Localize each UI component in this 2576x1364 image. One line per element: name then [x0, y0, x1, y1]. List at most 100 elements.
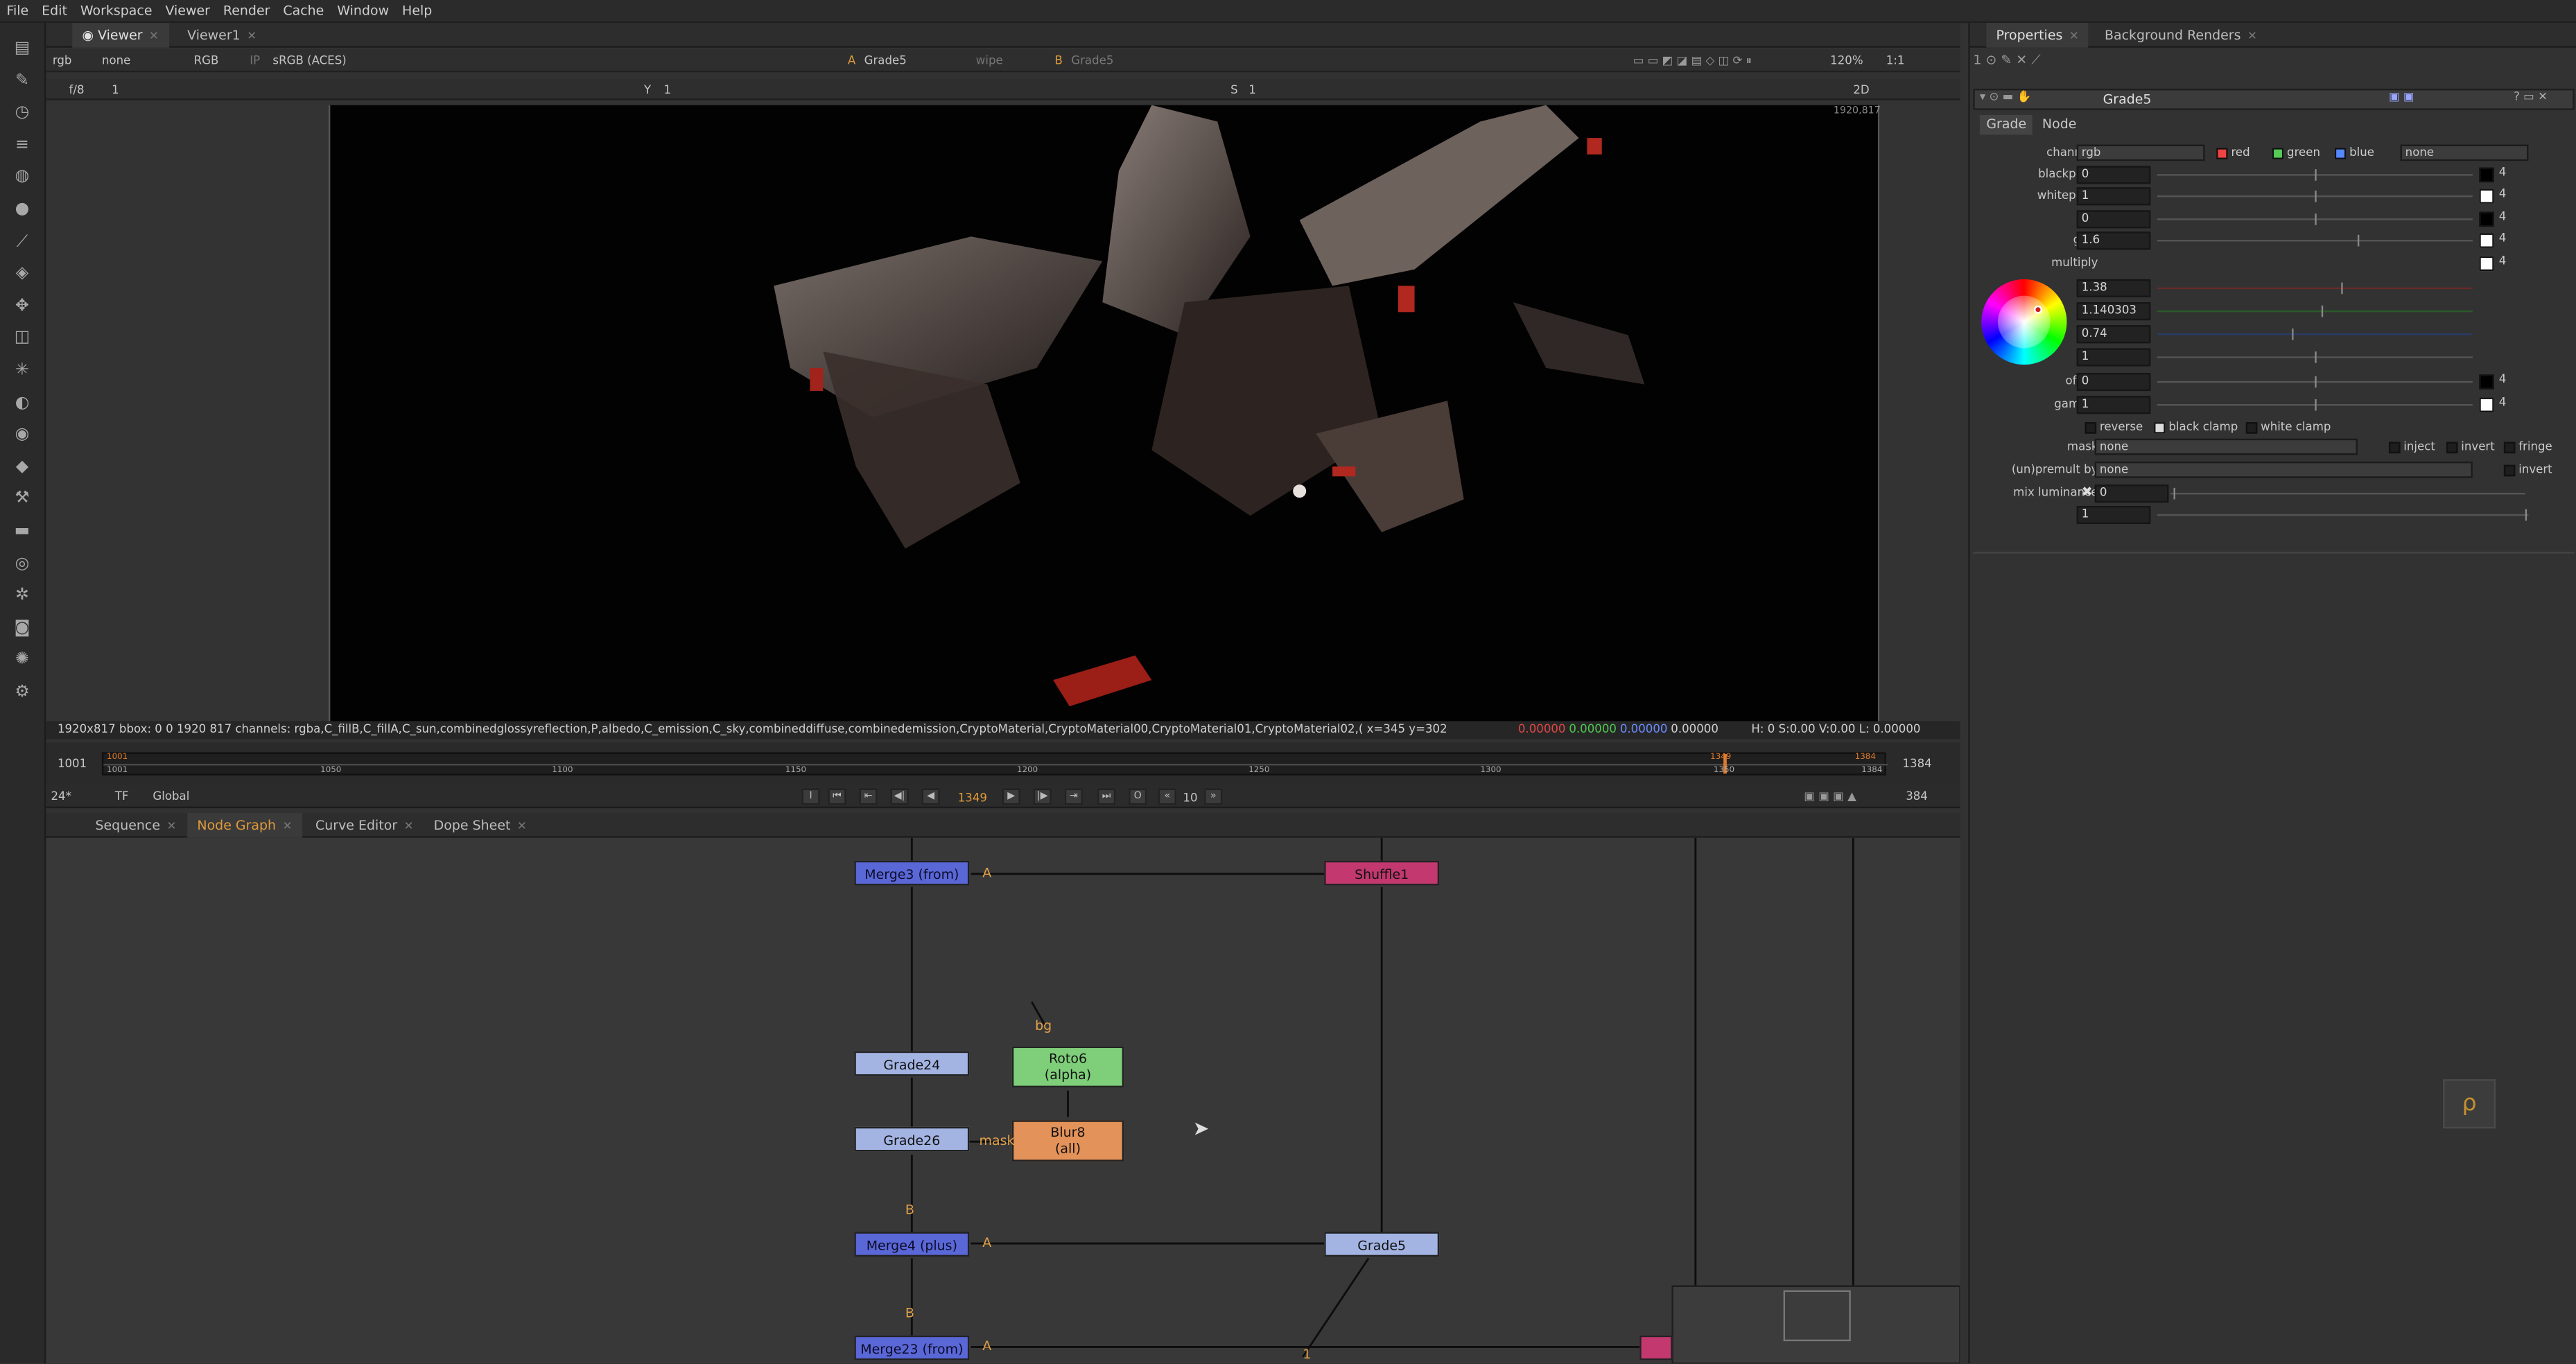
- mix-luminance-field[interactable]: 0: [2094, 484, 2169, 503]
- multiply-b-field[interactable]: 0.74: [2076, 325, 2151, 344]
- color-swatch[interactable]: [2479, 189, 2494, 204]
- toolsets-icon[interactable]: ⚒: [12, 489, 33, 507]
- collapse-icon[interactable]: ▾ ⊙ ▬ ✋: [1980, 90, 2031, 103]
- mask-channel-dropdown[interactable]: none: [102, 53, 130, 69]
- invert-checkbox[interactable]: invert: [2446, 440, 2495, 453]
- node-color-icon[interactable]: ▣ ▣: [2389, 90, 2414, 103]
- out-point-button[interactable]: O: [1129, 788, 1147, 805]
- invert-unpremult-checkbox[interactable]: invert: [2503, 463, 2552, 476]
- frame-field[interactable]: 1: [112, 82, 119, 98]
- channel-count[interactable]: 4: [2499, 231, 2507, 245]
- green-checkbox[interactable]: green: [2272, 146, 2320, 159]
- color-swatch[interactable]: [2479, 211, 2494, 227]
- menu-file[interactable]: File: [0, 0, 35, 23]
- mix-luminance-enable-icon[interactable]: ✖: [2082, 484, 2093, 499]
- view-mode-dropdown[interactable]: 2D: [1853, 82, 1869, 98]
- multiply-r-slider[interactable]: [2157, 282, 2473, 295]
- scope-dropdown[interactable]: Global: [153, 789, 189, 805]
- tab-curve-editor[interactable]: Curve Editor ✕: [306, 813, 424, 838]
- reverse-checkbox[interactable]: reverse: [2085, 421, 2143, 434]
- menu-workspace[interactable]: Workspace: [73, 0, 159, 23]
- channels-dropdown[interactable]: rgb: [2076, 144, 2205, 161]
- channel-count[interactable]: 4: [2499, 373, 2507, 386]
- s-field[interactable]: 1: [1248, 82, 1256, 98]
- furnace-icon[interactable]: ◎: [12, 555, 33, 573]
- channel-count[interactable]: 4: [2499, 210, 2507, 223]
- step-forward-icon[interactable]: »: [1204, 788, 1223, 805]
- ratio-dropdown[interactable]: 1:1: [1886, 53, 1905, 69]
- white-clamp-checkbox[interactable]: white clamp: [2245, 421, 2331, 434]
- blue-checkbox[interactable]: blue: [2334, 146, 2374, 159]
- settings-icon[interactable]: ⚙: [12, 683, 33, 701]
- transform-icon[interactable]: ✥: [12, 297, 33, 315]
- prev-key-icon[interactable]: ⇤: [859, 788, 878, 805]
- gamma-slider[interactable]: [2157, 399, 2473, 411]
- mix-field[interactable]: 1: [2076, 505, 2151, 525]
- channel-icon[interactable]: ≡: [12, 137, 33, 155]
- channel-count[interactable]: 4: [2499, 254, 2507, 268]
- multiply-a-slider[interactable]: [2157, 351, 2473, 363]
- channel-count[interactable]: 4: [2499, 396, 2507, 409]
- offset-field[interactable]: 0: [2076, 372, 2151, 392]
- ip-toggle[interactable]: IP: [250, 53, 260, 69]
- prev-frame-icon[interactable]: ◀|: [890, 788, 909, 805]
- multiply-g-field[interactable]: 1.140303: [2076, 302, 2151, 321]
- node-merge23[interactable]: Merge23 (from): [854, 1335, 970, 1361]
- last-frame-icon[interactable]: ⏭: [1097, 788, 1116, 805]
- play-backward-icon[interactable]: ◀: [921, 788, 940, 805]
- menu-render[interactable]: Render: [216, 0, 276, 23]
- subtab-node[interactable]: Node: [2035, 115, 2082, 134]
- other-icon[interactable]: ▬: [12, 523, 33, 541]
- blackpoint-field[interactable]: 0: [2076, 166, 2151, 184]
- node-graph[interactable]: Merge3 (from) Shuffle1 Grade24 Roto6 (alp…: [46, 837, 1960, 1364]
- plugin-icon[interactable]: ✲: [12, 586, 33, 604]
- color-swatch[interactable]: [2479, 256, 2494, 272]
- node-name[interactable]: Grade5: [2103, 92, 2152, 107]
- lock-icon[interactable]: ⊙ ✎ ✕ ⟋: [1985, 53, 2040, 67]
- color-swatch[interactable]: [2479, 233, 2494, 248]
- node-merge3[interactable]: Merge3 (from): [854, 860, 970, 886]
- close-icon[interactable]: ✕: [247, 30, 256, 43]
- merge-icon[interactable]: ◈: [12, 265, 33, 283]
- graph-minimap[interactable]: [1671, 1285, 1960, 1364]
- color-wheel[interactable]: [1981, 279, 2067, 365]
- input-a-dropdown[interactable]: Grade5: [864, 53, 907, 69]
- node-grade5[interactable]: Grade5: [1324, 1232, 1440, 1257]
- gamma-field[interactable]: 1: [2076, 396, 2151, 414]
- color-icon[interactable]: ◍: [12, 168, 33, 186]
- mask-dropdown[interactable]: none: [2094, 438, 2358, 455]
- color-swatch[interactable]: [2479, 397, 2494, 412]
- viewer-buttons-icon[interactable]: ▭ ▭ ◩ ◪ ▤ ◇ ◫ ⟳ ⏸: [1633, 53, 1752, 69]
- inject-checkbox[interactable]: inject: [2388, 440, 2435, 453]
- timeline-track[interactable]: 1001 1349 1384 1001 1050 1100 1150 1200 …: [101, 752, 1888, 776]
- timeline[interactable]: 1001 1001 1349 1384 1001 1050 1100 1150 …: [46, 742, 1960, 785]
- subtab-grade[interactable]: Grade: [1979, 114, 2033, 135]
- help-icon[interactable]: ? ▭ ✕: [2514, 90, 2548, 103]
- zoom-dropdown[interactable]: 120%: [1830, 53, 1863, 69]
- close-icon[interactable]: ✕: [2247, 30, 2257, 43]
- next-frame-icon[interactable]: |▶: [1033, 788, 1052, 805]
- blackpoint-slider[interactable]: [2157, 169, 2473, 181]
- node-merge4[interactable]: Merge4 (plus): [854, 1232, 970, 1257]
- node-shuffle1[interactable]: Shuffle1: [1324, 860, 1440, 886]
- fps-dropdown[interactable]: 24*: [51, 789, 71, 805]
- viewer-viewport[interactable]: 1920,817: [46, 105, 1960, 723]
- color-swatch[interactable]: [2479, 374, 2494, 390]
- tab-sequence[interactable]: Sequence ✕: [85, 813, 186, 838]
- in-point-button[interactable]: I: [801, 788, 820, 805]
- first-frame-icon[interactable]: ⏮: [828, 788, 846, 805]
- image-icon[interactable]: ▤: [12, 40, 33, 58]
- offset-slider[interactable]: [2157, 376, 2473, 388]
- whitepoint-slider[interactable]: [2157, 190, 2473, 202]
- node-blur8[interactable]: Blur8 (all): [1011, 1120, 1124, 1162]
- red-checkbox[interactable]: red: [2216, 146, 2250, 159]
- whitepoint-field[interactable]: 1: [2076, 187, 2151, 206]
- multiply-r-field[interactable]: 1.38: [2076, 279, 2151, 297]
- timeline-start[interactable]: 1001: [58, 758, 87, 771]
- unpremult-dropdown[interactable]: none: [2094, 461, 2473, 478]
- filter-icon[interactable]: ●: [12, 200, 33, 218]
- color-swatch[interactable]: [2479, 167, 2494, 183]
- next-key-icon[interactable]: ⇥: [1064, 788, 1083, 805]
- step-back-icon[interactable]: «: [1158, 788, 1176, 805]
- keyer-icon[interactable]: ⟋: [12, 234, 33, 252]
